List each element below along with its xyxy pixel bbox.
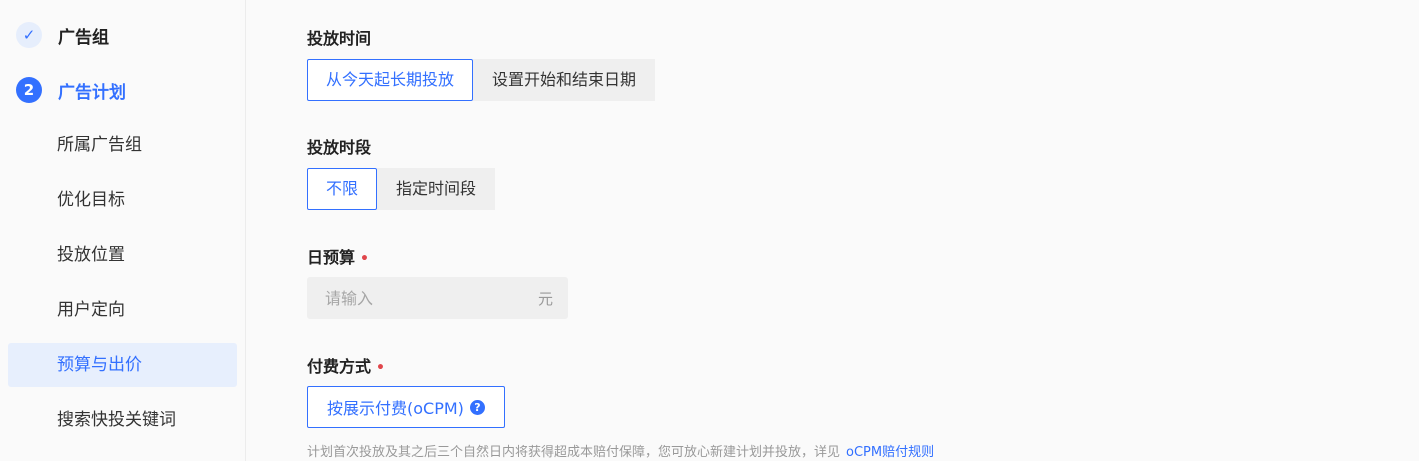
step-label: 广告计划 (58, 82, 126, 103)
step-ad-group[interactable]: ✓ 广告组 (16, 22, 109, 48)
payment-label-text: 付费方式 (307, 357, 372, 376)
step-ad-plan[interactable]: 2 广告计划 (16, 77, 126, 103)
step-label: 广告组 (58, 27, 109, 48)
compensation-note: 计划首次投放及其之后三个自然日内将获得超成本赔付保障，您可放心新建计划并投放，详… (307, 441, 934, 460)
sidebar-item-ad-group[interactable]: 所属广告组 (8, 123, 237, 167)
time-slot-option-specific[interactable]: 指定时间段 (377, 168, 496, 210)
payment-ocpm-button[interactable]: 按展示付费(oCPM) ? (307, 386, 505, 428)
ocpm-rules-link[interactable]: oCPM赔付规则 (846, 445, 934, 460)
schedule-option-long-term[interactable]: 从今天起长期投放 (307, 59, 474, 101)
daily-budget-label-text: 日预算 (307, 248, 356, 267)
note-text: 计划首次投放及其之后三个自然日内将获得超成本赔付保障，您可放心新建计划并投放，详… (307, 445, 841, 460)
step-number: 2 (16, 77, 42, 103)
schedule-label: 投放时间 (307, 29, 372, 48)
daily-budget-input[interactable] (323, 287, 538, 309)
time-slot-selector: 不限 指定时间段 (307, 168, 496, 210)
sidebar-item-targeting[interactable]: 用户定向 (8, 288, 237, 332)
sidebar: ✓ 广告组 2 广告计划 所属广告组 优化目标 投放位置 用户定向 预算与出价 … (0, 0, 246, 461)
sidebar-item-placement[interactable]: 投放位置 (8, 233, 237, 277)
required-mark: • (376, 360, 385, 376)
payment-label: 付费方式 • (307, 353, 385, 377)
daily-budget-field[interactable]: 元 (307, 277, 568, 319)
sidebar-item-optimization-goal[interactable]: 优化目标 (8, 178, 237, 222)
schedule-selector: 从今天起长期投放 设置开始和结束日期 (307, 59, 656, 101)
payment-button-label: 按展示付费(oCPM) (327, 399, 464, 418)
time-slot-label: 投放时段 (307, 138, 372, 157)
required-mark: • (360, 251, 369, 267)
daily-budget-label: 日预算 • (307, 244, 369, 268)
check-icon: ✓ (16, 22, 42, 48)
question-icon[interactable]: ? (469, 399, 485, 415)
sidebar-item-search-keywords[interactable]: 搜索快投关键词 (8, 398, 237, 442)
sidebar-item-budget-bid[interactable]: 预算与出价 (8, 343, 237, 387)
time-slot-option-unlimited[interactable]: 不限 (307, 168, 378, 210)
schedule-option-date-range[interactable]: 设置开始和结束日期 (473, 59, 656, 101)
currency-unit: 元 (537, 289, 553, 308)
